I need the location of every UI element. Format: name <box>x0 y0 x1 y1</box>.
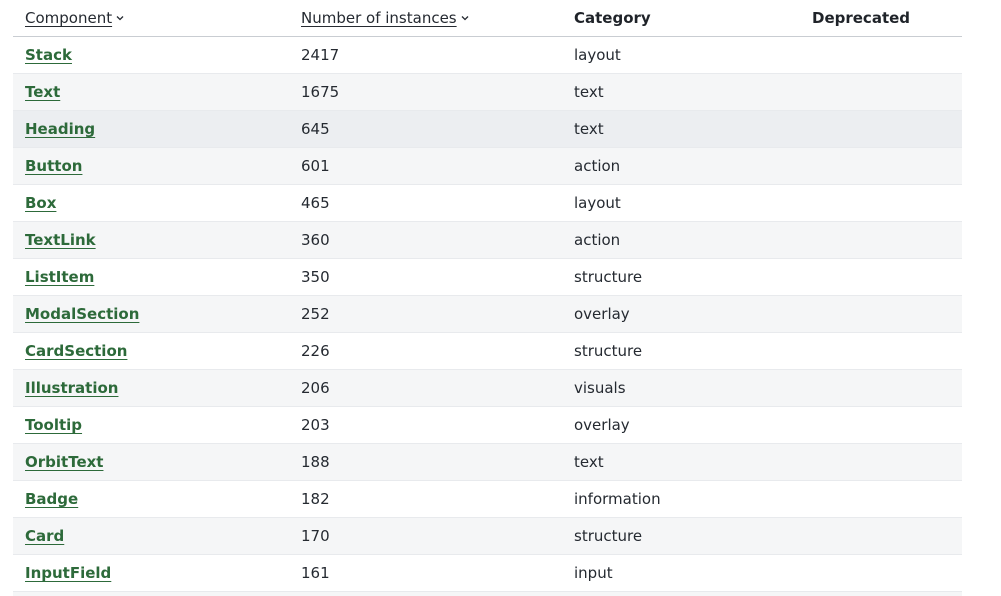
cell-instances: 1675 <box>301 83 340 101</box>
cell-instances: 465 <box>301 194 330 212</box>
cell-category: overlay <box>574 305 630 323</box>
cell-category: action <box>574 157 621 175</box>
component-link[interactable]: Card <box>25 527 64 545</box>
component-link[interactable]: CardSection <box>25 342 127 360</box>
cell-component: ListItem <box>13 268 289 286</box>
header-component: Component <box>13 9 289 27</box>
table-row: TextLink 360 action <box>13 222 962 259</box>
cell-category: text <box>574 453 604 471</box>
cell-instances: 161 <box>301 564 330 582</box>
table-row: ListItem 350 structure <box>13 259 962 296</box>
component-link[interactable]: Tooltip <box>25 416 82 434</box>
chevron-down-icon <box>461 16 469 21</box>
components-table: Component Number of instances Category D… <box>13 0 962 592</box>
header-deprecated: Deprecated <box>800 9 962 27</box>
cell-component: CardSection <box>13 342 289 360</box>
cell-component: Badge <box>13 490 289 508</box>
cell-component: TextLink <box>13 231 289 249</box>
table-row: Illustration 206 visuals <box>13 370 962 407</box>
cell-category: input <box>574 564 613 582</box>
cell-instances: 645 <box>301 120 330 138</box>
cell-category: text <box>574 120 604 138</box>
cell-component: ModalSection <box>13 305 289 323</box>
component-link[interactable]: TextLink <box>25 231 96 249</box>
cell-instances: 188 <box>301 453 330 471</box>
chevron-down-icon <box>116 16 124 21</box>
table-row: Badge 182 information <box>13 481 962 518</box>
cell-component: Tooltip <box>13 416 289 434</box>
sort-by-component-button[interactable]: Component <box>25 9 125 27</box>
cell-instances: 203 <box>301 416 330 434</box>
cell-component: OrbitText <box>13 453 289 471</box>
header-category: Category <box>562 9 800 27</box>
cell-instances: 2417 <box>301 46 340 64</box>
table-row: Card 170 structure <box>13 518 962 555</box>
cell-component: Heading <box>13 120 289 138</box>
header-deprecated-label: Deprecated <box>812 9 911 27</box>
component-link[interactable]: Box <box>25 194 56 212</box>
cell-category: overlay <box>574 416 630 434</box>
cell-category: layout <box>574 46 621 64</box>
component-link[interactable]: Button <box>25 157 82 175</box>
table-body: Stack 2417 layout Text 1675 text Heading 645 tex… <box>13 37 962 592</box>
cell-category: text <box>574 83 604 101</box>
cell-category: action <box>574 231 621 249</box>
cell-category: layout <box>574 194 621 212</box>
cell-instances: 206 <box>301 379 330 397</box>
cell-instances: 252 <box>301 305 330 323</box>
cell-instances: 170 <box>301 527 330 545</box>
component-link[interactable]: Badge <box>25 490 78 508</box>
component-link[interactable]: ListItem <box>25 268 94 286</box>
header-category-label: Category <box>574 9 651 27</box>
table-row: InputField 161 input <box>13 555 962 592</box>
component-link[interactable]: OrbitText <box>25 453 103 471</box>
cell-component: Card <box>13 527 289 545</box>
cell-component: Illustration <box>13 379 289 397</box>
cell-category: structure <box>574 527 643 545</box>
table-row: Tooltip 203 overlay <box>13 407 962 444</box>
header-component-label: Component <box>25 9 113 27</box>
table-row: ModalSection 252 overlay <box>13 296 962 333</box>
component-link[interactable]: Illustration <box>25 379 118 397</box>
table-header: Component Number of instances Category D… <box>13 0 962 37</box>
cell-category: structure <box>574 342 643 360</box>
cell-instances: 226 <box>301 342 330 360</box>
cell-component: Text <box>13 83 289 101</box>
component-link[interactable]: Stack <box>25 46 72 64</box>
cell-instances: 601 <box>301 157 330 175</box>
header-instances: Number of instances <box>289 9 562 27</box>
table-row: Heading 645 text <box>13 111 962 148</box>
cell-category: structure <box>574 268 643 286</box>
cell-component: Box <box>13 194 289 212</box>
header-instances-label: Number of instances <box>301 9 457 27</box>
cell-component: Button <box>13 157 289 175</box>
component-link[interactable]: ModalSection <box>25 305 139 323</box>
cell-instances: 350 <box>301 268 330 286</box>
table-row-partial <box>13 592 962 596</box>
component-link[interactable]: InputField <box>25 564 111 582</box>
table-row: OrbitText 188 text <box>13 444 962 481</box>
table-row: Button 601 action <box>13 148 962 185</box>
table-row: Box 465 layout <box>13 185 962 222</box>
sort-by-instances-button[interactable]: Number of instances <box>301 9 470 27</box>
table-row: Text 1675 text <box>13 74 962 111</box>
component-link[interactable]: Heading <box>25 120 95 138</box>
table-row: CardSection 226 structure <box>13 333 962 370</box>
cell-instances: 360 <box>301 231 330 249</box>
component-link[interactable]: Text <box>25 83 60 101</box>
cell-component: Stack <box>13 46 289 64</box>
cell-component: InputField <box>13 564 289 582</box>
cell-instances: 182 <box>301 490 330 508</box>
table-row: Stack 2417 layout <box>13 37 962 74</box>
cell-category: information <box>574 490 661 508</box>
cell-category: visuals <box>574 379 626 397</box>
